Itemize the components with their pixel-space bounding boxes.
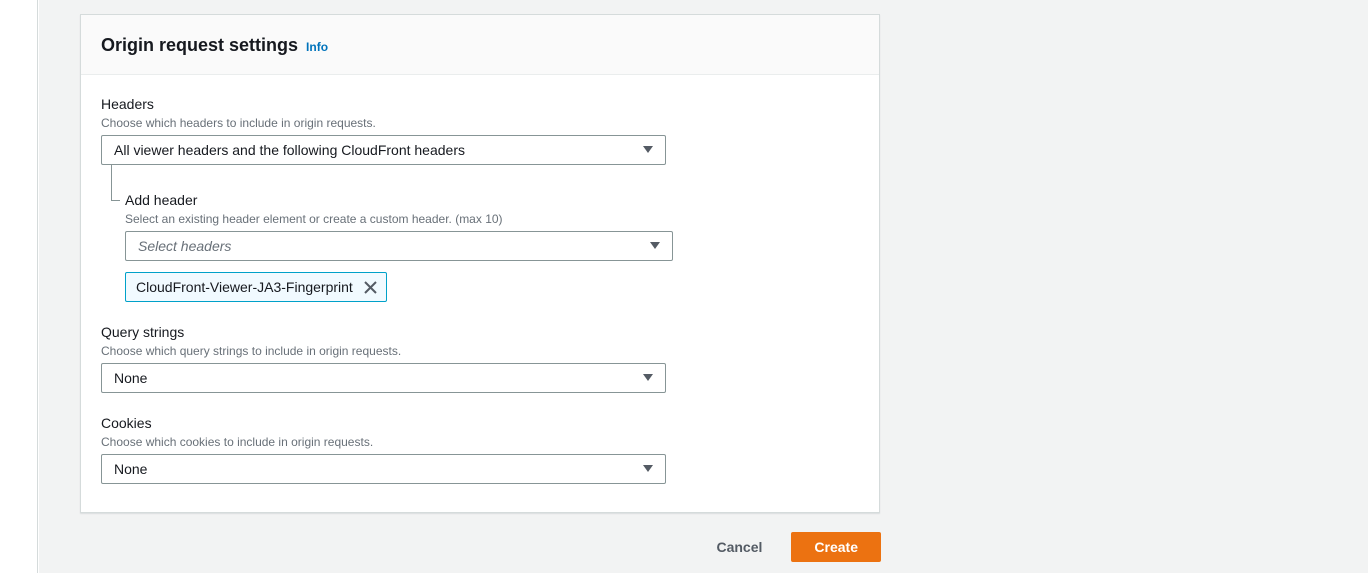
chevron-down-icon xyxy=(643,146,653,154)
headers-description: Choose which headers to include in origi… xyxy=(101,115,859,131)
cookies-label: Cookies xyxy=(101,414,859,432)
query-strings-select-value: None xyxy=(114,370,147,386)
origin-request-settings-panel: Origin request settings Info Headers Choo… xyxy=(80,14,880,513)
chevron-down-icon xyxy=(643,374,653,382)
panel-title: Origin request settings xyxy=(101,35,298,55)
left-sidebar-edge xyxy=(0,0,38,573)
cancel-button[interactable]: Cancel xyxy=(695,533,783,561)
chevron-down-icon xyxy=(643,465,653,473)
form-actions: Cancel Create xyxy=(80,532,881,562)
remove-token-button[interactable] xyxy=(363,280,378,295)
header-token-label: CloudFront-Viewer-JA3-Fingerprint xyxy=(136,277,353,297)
cookies-select[interactable]: None xyxy=(101,454,666,484)
add-header-select[interactable]: Select headers xyxy=(125,231,673,261)
cookies-select-value: None xyxy=(114,461,147,477)
add-header-description: Select an existing header element or cre… xyxy=(125,211,859,227)
close-icon xyxy=(363,280,378,295)
cookies-description: Choose which cookies to include in origi… xyxy=(101,434,859,450)
query-strings-description: Choose which query strings to include in… xyxy=(101,343,859,359)
connector-line xyxy=(111,165,120,201)
headers-field: Headers Choose which headers to include … xyxy=(101,95,859,165)
create-button[interactable]: Create xyxy=(791,532,881,562)
headers-select[interactable]: All viewer headers and the following Clo… xyxy=(101,135,666,165)
query-strings-field: Query strings Choose which query strings… xyxy=(101,323,859,393)
header-token: CloudFront-Viewer-JA3-Fingerprint xyxy=(125,272,387,302)
chevron-down-icon xyxy=(650,242,660,250)
add-header-select-placeholder: Select headers xyxy=(138,238,231,254)
query-strings-label: Query strings xyxy=(101,323,859,341)
panel-header: Origin request settings Info xyxy=(81,15,879,75)
cookies-field: Cookies Choose which cookies to include … xyxy=(101,414,859,484)
add-header-label: Add header xyxy=(125,191,859,209)
panel-body: Headers Choose which headers to include … xyxy=(81,75,879,484)
query-strings-select[interactable]: None xyxy=(101,363,666,393)
headers-select-value: All viewer headers and the following Clo… xyxy=(114,142,465,158)
info-link[interactable]: Info xyxy=(306,40,328,54)
add-header-field: Add header Select an existing header ele… xyxy=(125,191,859,302)
headers-label: Headers xyxy=(101,95,859,113)
